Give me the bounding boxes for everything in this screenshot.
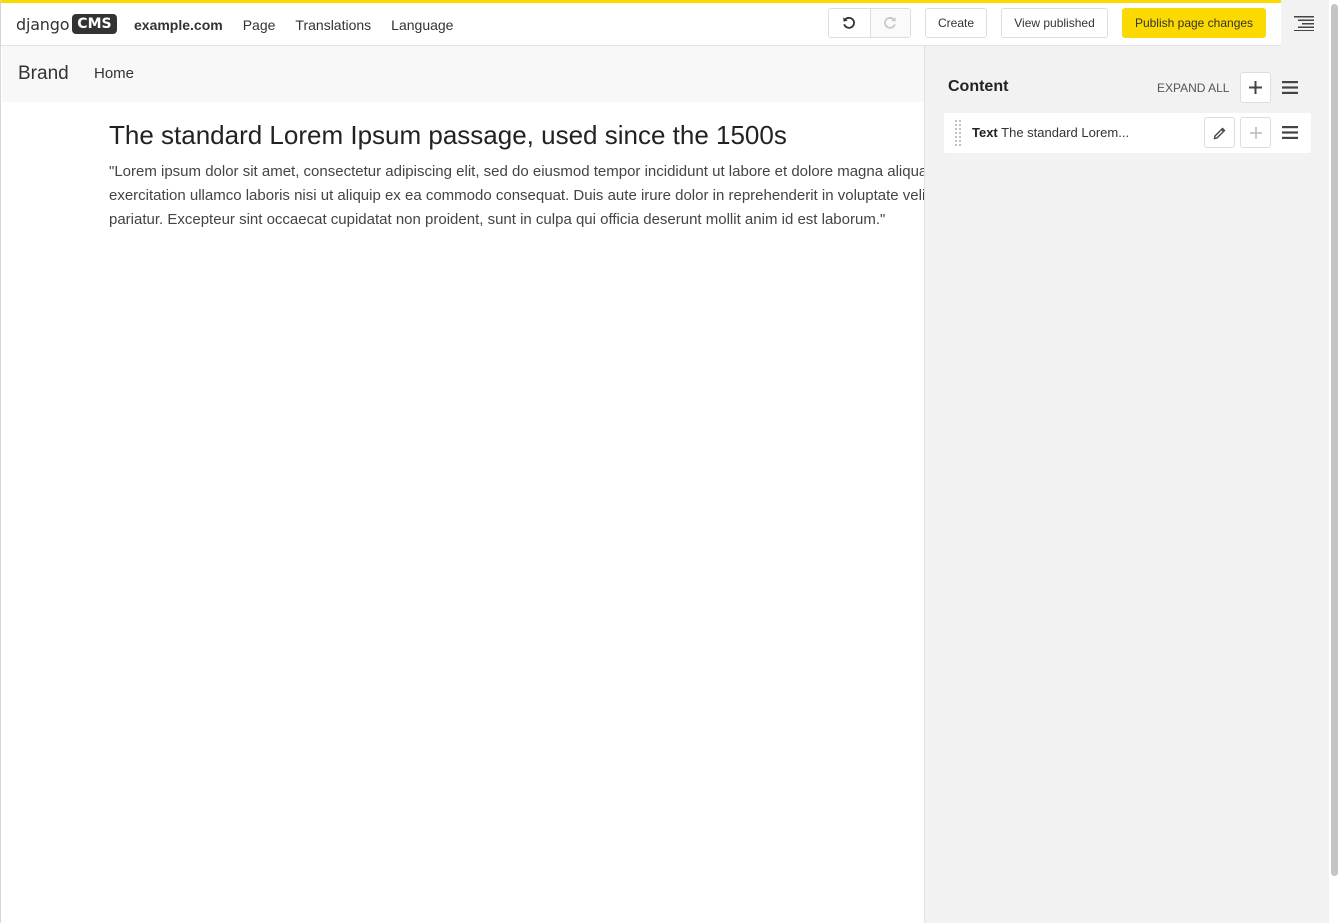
menu-icon: [1281, 81, 1298, 94]
undo-button[interactable]: [829, 9, 870, 37]
plugin-options-button[interactable]: [1274, 117, 1305, 148]
sidebar-scrollbar[interactable]: [1330, 4, 1339, 876]
undo-redo-group: [828, 8, 911, 38]
logo-text: django: [16, 14, 70, 34]
logo-badge: CMS: [72, 14, 117, 34]
structure-mode-icon: [1294, 16, 1314, 31]
plugin-label: Text The standard Lorem...: [972, 125, 1129, 140]
placeholder-title: Content: [948, 78, 1009, 95]
cms-toolbar: django CMS example.com Page Translations…: [1, 0, 1281, 46]
menu-translations[interactable]: Translations: [295, 17, 371, 33]
menu-site[interactable]: example.com: [134, 17, 223, 33]
plus-icon: [1249, 81, 1262, 94]
django-cms-logo[interactable]: django CMS: [16, 12, 117, 36]
menu-page[interactable]: Page: [243, 17, 276, 33]
cms-window: django CMS example.com Page Translations…: [0, 0, 1341, 923]
edit-plugin-button[interactable]: [1204, 117, 1235, 148]
pencil-icon: [1213, 127, 1225, 139]
nav-link-home[interactable]: Home: [94, 65, 134, 82]
page-content: The standard Lorem Ipsum passage, used s…: [109, 118, 924, 248]
undo-icon: [843, 17, 856, 29]
add-plugin-button[interactable]: [1240, 72, 1271, 103]
plus-icon: [1249, 126, 1262, 139]
menu-language[interactable]: Language: [391, 17, 453, 33]
add-child-plugin-button[interactable]: [1240, 117, 1271, 148]
redo-button[interactable]: [869, 9, 910, 37]
expand-all-button[interactable]: EXPAND ALL: [1157, 81, 1229, 95]
plugin-summary: The standard Lorem...: [1001, 125, 1130, 140]
page-heading: The standard Lorem Ipsum passage, used s…: [109, 120, 787, 150]
plugin-type: Text: [972, 125, 998, 140]
plugin-item[interactable]: Text The standard Lorem...: [944, 113, 1311, 153]
site-brand[interactable]: Brand: [18, 63, 69, 85]
toolbar-menu: example.com Page Translations Language: [134, 3, 473, 46]
site-navbar: Brand Home: [2, 46, 924, 102]
drag-handle[interactable]: [954, 119, 962, 147]
create-button[interactable]: Create: [925, 8, 987, 38]
placeholder-options-button[interactable]: [1274, 72, 1305, 103]
structure-mode-toggle[interactable]: [1281, 0, 1329, 46]
scrollbar-thumb[interactable]: [1331, 4, 1338, 876]
publish-page-changes-button[interactable]: Publish page changes: [1122, 8, 1266, 38]
page-paragraph: "Lorem ipsum dolor sit amet, consectetur…: [109, 163, 924, 228]
view-published-button[interactable]: View published: [1001, 8, 1108, 38]
menu-icon: [1281, 126, 1298, 139]
redo-icon: [884, 17, 897, 29]
structure-sidebar: Content EXPAND ALL Text The standard Lor…: [924, 46, 1329, 923]
